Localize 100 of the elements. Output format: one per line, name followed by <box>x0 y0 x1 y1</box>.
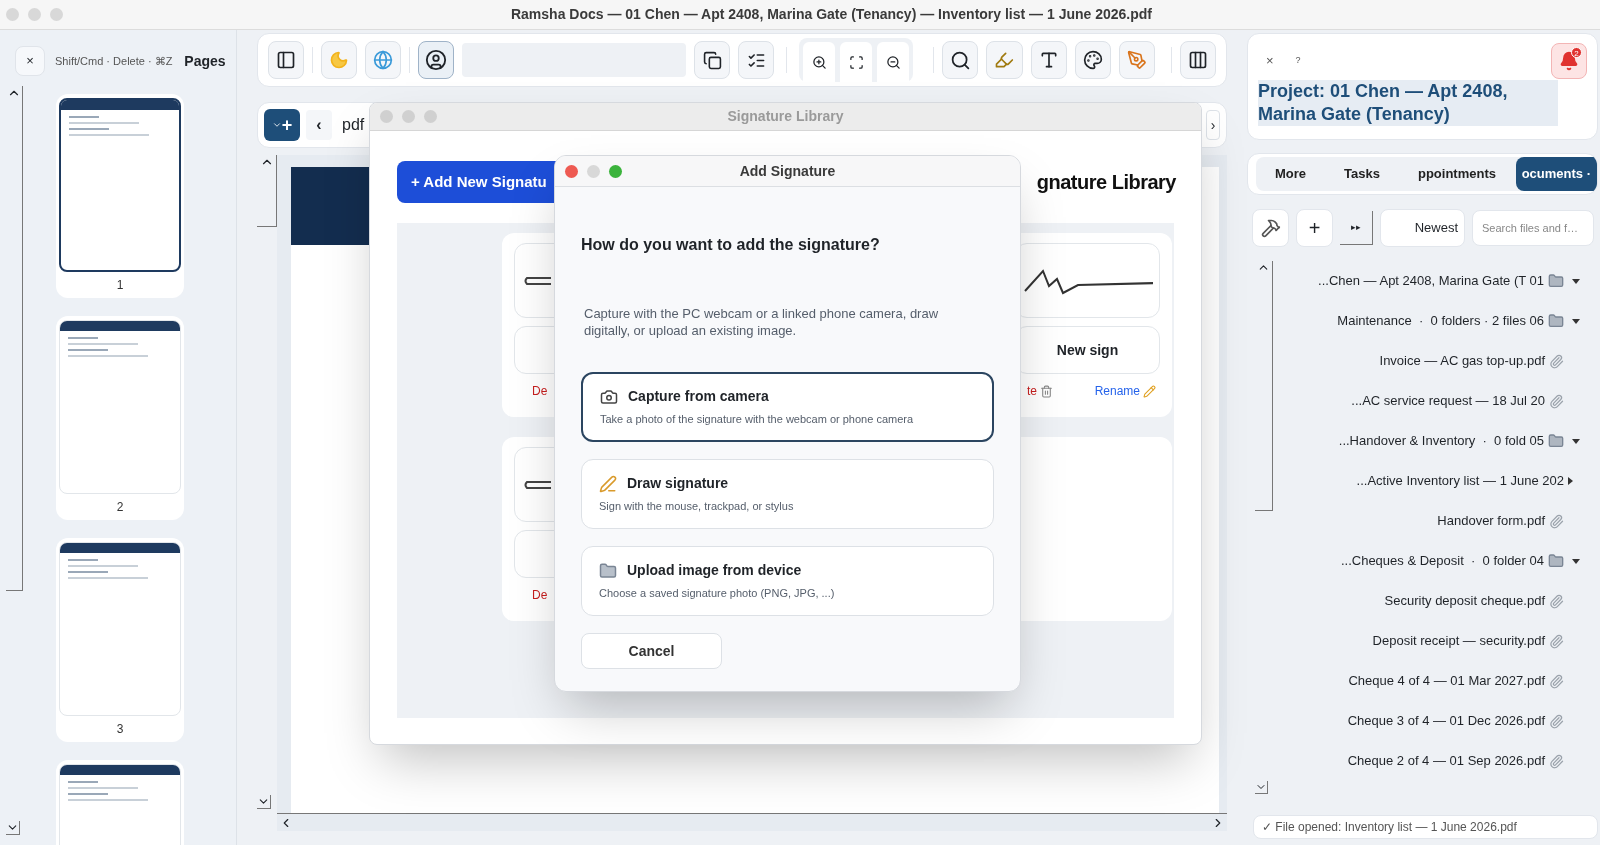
option-card[interactable]: Draw signature Sign with the mouse, trackpad, or stylus <box>581 459 994 529</box>
project-title: Project: 01 Chen — Apt 2408, Marina Gate (Tenancy) <box>1258 80 1558 126</box>
palette-icon <box>1082 50 1103 70</box>
panel-title: Pages <box>184 51 226 71</box>
account-button[interactable] <box>418 41 455 79</box>
rename-link[interactable]: Rename <box>1094 382 1156 400</box>
file-row[interactable]: Cheque 4 of 4 — 01 Mar 2027.pdf <box>1348 661 1584 701</box>
scroll-down-icon[interactable] <box>6 821 20 835</box>
sidebar-icon <box>276 50 297 70</box>
page-thumbnail[interactable] <box>59 98 181 272</box>
file-row[interactable]: Invoice — AC gas top-up.pdf <box>1379 341 1584 381</box>
caret-icon <box>271 120 282 130</box>
cancel-button[interactable]: Cancel <box>581 633 722 669</box>
file-type-label: pdf <box>341 115 366 135</box>
scroll-down-icon[interactable] <box>257 795 271 809</box>
paperclip-icon <box>1549 353 1564 369</box>
fit-page-button[interactable] <box>840 42 873 82</box>
delete-link[interactable]: te <box>1027 382 1053 400</box>
zoom-in-icon <box>811 54 827 70</box>
folder-row[interactable]: ...Handover & Inventory · 0 fold 05 <box>1338 421 1584 461</box>
search-field[interactable]: Search files and f… <box>1472 210 1594 246</box>
pages-button[interactable] <box>694 41 731 79</box>
option-card[interactable]: Upload image from device Choose a saved signature photo (PNG, JPG, ...) <box>581 546 994 616</box>
camera-icon <box>600 387 618 406</box>
folder-icon <box>1548 313 1564 329</box>
folder-row[interactable]: ...Active Inventory list — 1 June 202 <box>1356 461 1584 501</box>
fit-icon <box>848 54 864 70</box>
paperclip-icon <box>1549 633 1564 649</box>
folder-icon <box>1548 553 1564 569</box>
paperclip-icon <box>1549 713 1564 729</box>
globe-icon <box>373 50 394 70</box>
signature-stroke-icon <box>523 478 553 491</box>
file-row[interactable]: Cheque 2 of 4 — 01 Sep 2026.pdf <box>1347 741 1584 781</box>
folder-row[interactable]: ...Cheques & Deposit · 0 folder 04 <box>1340 541 1584 581</box>
next-button[interactable]: › <box>1206 110 1220 140</box>
window-title: Signature Library <box>726 107 845 126</box>
file-row[interactable]: Security deposit cheque.pdf <box>1384 581 1584 621</box>
tab[interactable]: ppointments <box>1398 157 1515 191</box>
user-icon <box>425 49 448 71</box>
sidebar-toggle-button[interactable] <box>268 41 305 79</box>
bell-icon <box>1559 51 1579 71</box>
dialog-question: How do you want to add the signature? <box>581 235 881 255</box>
paperclip-icon <box>1549 513 1564 529</box>
zoom-in-button[interactable] <box>803 42 836 82</box>
page-number: 2 <box>116 499 124 516</box>
skip-button[interactable]: ▸▸ <box>1340 211 1373 245</box>
tab[interactable]: Tasks <box>1325 157 1399 191</box>
paperclip-icon <box>1549 393 1564 409</box>
pencil-icon <box>1143 384 1156 398</box>
highlight-button[interactable] <box>986 41 1023 79</box>
scrollbar[interactable] <box>6 86 23 591</box>
search-icon <box>949 49 971 71</box>
pages-icon <box>702 50 722 70</box>
sign-button[interactable] <box>1118 41 1155 79</box>
build-button[interactable] <box>1252 209 1289 247</box>
page-number: 1 <box>116 277 124 294</box>
paperclip-icon <box>1549 753 1564 769</box>
folder-icon <box>1548 433 1564 449</box>
language-button[interactable] <box>365 41 402 79</box>
folder-icon <box>599 561 617 580</box>
zoom-out-button[interactable] <box>877 42 910 82</box>
hammer-icon <box>1260 218 1281 238</box>
scrollbar[interactable] <box>1255 261 1273 511</box>
folder-row[interactable]: Maintenance · 0 folders · 2 files 06 <box>1337 301 1584 341</box>
highlighter-icon <box>994 50 1015 70</box>
close-button[interactable]: × <box>1266 51 1274 71</box>
add-button[interactable]: + <box>1296 209 1333 247</box>
text-button[interactable] <box>1030 41 1067 79</box>
close-window-icon[interactable] <box>565 164 578 178</box>
add-button[interactable]: + <box>264 109 300 141</box>
dialog-description: Capture with the PC webcam or a linked phone camera, draw digitally, or upload an existing image. <box>583 305 940 339</box>
sort-button[interactable]: Newest <box>1380 209 1465 247</box>
zoom-out-icon <box>885 54 901 70</box>
folder-row[interactable]: ...Chen — Apt 2408, Marina Gate (T 01 <box>1318 261 1584 301</box>
columns-button[interactable] <box>1179 41 1216 79</box>
trash-icon <box>1040 384 1053 398</box>
notifications-button[interactable]: 2 <box>1551 43 1587 79</box>
tab[interactable]: ocuments · <box>1515 157 1597 191</box>
scroll-down-icon[interactable] <box>1255 781 1268 794</box>
file-row[interactable]: Handover form.pdf <box>1437 501 1584 541</box>
file-row[interactable]: ...AC service request — 18 Jul 20 <box>1351 381 1584 421</box>
option-card[interactable]: Capture from camera Take a photo of the signature with the webcam or phone camera <box>581 372 994 442</box>
help-button[interactable]: ? <box>1295 54 1301 68</box>
close-button[interactable]: × <box>15 46 45 76</box>
search-button[interactable] <box>942 41 979 79</box>
window-title: Ramsha Docs — 01 Chen — Apt 2408, Marina Gate (Tenancy) — Inventory list — 1 June 2026.pdf <box>510 5 1153 24</box>
previous-button[interactable]: ‹ <box>306 110 332 140</box>
notification-badge: 2 <box>1571 47 1582 58</box>
checklist-button[interactable] <box>738 41 775 79</box>
zoom-window-icon[interactable] <box>609 164 622 178</box>
library-heading: gnature Library <box>1036 170 1176 195</box>
moon-icon <box>329 50 350 70</box>
paperclip-icon <box>1549 593 1564 609</box>
signature-stroke-icon <box>523 274 553 287</box>
palette-button[interactable] <box>1074 41 1111 79</box>
file-row[interactable]: Deposit receipt — security.pdf <box>1372 621 1584 661</box>
status-bar: ✓ File opened: Inventory list — 1 June 2026.pdf <box>1253 815 1598 839</box>
pen-icon <box>1126 50 1147 70</box>
tab[interactable]: More <box>1256 157 1326 191</box>
file-row[interactable]: Cheque 3 of 4 — 01 Dec 2026.pdf <box>1347 701 1584 741</box>
